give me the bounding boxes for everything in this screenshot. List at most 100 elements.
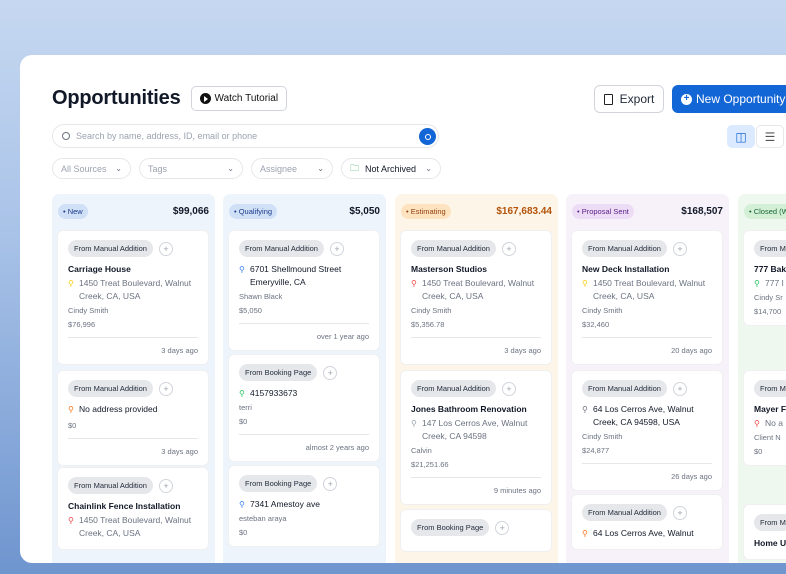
opportunity-card[interactable]: From Manual Addition + Jones Bathroom Re… xyxy=(400,370,552,505)
opportunity-card[interactable]: From Manual Addition + New Deck Installa… xyxy=(571,230,723,365)
column-header: • Estimating $167,683.44 xyxy=(395,194,558,219)
archive-filter-label: Not Archived xyxy=(365,163,417,174)
add-tag-button[interactable]: + xyxy=(495,520,510,535)
address-text: 1450 Treat Boulevard, Walnut Creek, CA, … xyxy=(79,278,192,301)
list-view-button[interactable]: ☰ xyxy=(756,125,784,148)
card-title: New Deck Installation xyxy=(582,264,670,274)
export-label: Export xyxy=(619,92,655,106)
assignee-filter-label: Assignee xyxy=(260,163,298,174)
opportunity-card[interactable]: From Manual Addition + ⚲ 64 Los Cerros A… xyxy=(571,370,723,491)
card-timestamp: 20 days ago xyxy=(671,346,712,355)
card-top: From Booking Page + xyxy=(239,475,369,492)
add-tag-button[interactable]: + xyxy=(158,478,173,493)
add-tag-button[interactable]: + xyxy=(501,241,516,256)
play-icon xyxy=(199,93,211,104)
opportunity-card[interactable]: From M + 777 Bak ⚲ 777 I Fran Cindy Sr $1… xyxy=(743,230,786,326)
search-icon xyxy=(62,132,70,140)
address-text: No a xyxy=(765,418,783,428)
card-value: $21,251.66 xyxy=(411,460,449,469)
source-badge: From Booking Page xyxy=(411,519,490,536)
archive-filter[interactable]: 🗀 Not Archived ⌄ xyxy=(341,158,441,179)
watch-tutorial-button[interactable]: Watch Tutorial xyxy=(190,86,288,111)
card-timestamp: 3 days ago xyxy=(504,346,541,355)
card-top: From M + xyxy=(754,240,786,257)
pipeline-column: • New $99,066 From Manual Addition + Carr… xyxy=(52,194,215,563)
list-view-icon: ☰ xyxy=(764,129,776,144)
opportunity-card[interactable]: From Manual Addition + ⚲ 6701 Shellmound… xyxy=(228,230,380,351)
view-toggle: ◫ ☰ xyxy=(727,125,784,148)
source-badge: From Booking Page xyxy=(239,475,318,492)
opportunity-card[interactable]: From Booking Page + xyxy=(400,509,552,552)
address-text: 1450 Treat Boulevard, Walnut Creek, CA, … xyxy=(593,278,706,301)
column-total: $168,507 xyxy=(681,205,723,217)
card-top: From Manual Addition + xyxy=(239,240,369,257)
card-value: $0 xyxy=(239,417,248,426)
column-header: • New $99,066 xyxy=(52,194,215,219)
card-top: From Booking Page + xyxy=(411,519,541,536)
card-title: 777 Bak xyxy=(754,264,786,274)
opportunity-card[interactable]: From Booking Page + ⚲ 7341 Amestoy ave e… xyxy=(228,465,380,547)
card-divider xyxy=(239,434,369,435)
tags-filter[interactable]: Tags ⌄ xyxy=(139,158,243,179)
card-timestamp: 3 days ago xyxy=(161,346,198,355)
card-value: $76,996 xyxy=(68,320,96,329)
search-submit-button[interactable] xyxy=(419,128,436,145)
card-value: $0 xyxy=(239,528,248,537)
pipeline-column: • Qualifying $5,050 From Manual Addition … xyxy=(223,194,386,563)
search-input[interactable]: Search by name, address, ID, email or ph… xyxy=(52,124,439,148)
card-top: From Manual Addition + xyxy=(582,380,712,397)
export-button[interactable]: Export xyxy=(594,85,664,113)
opportunity-card[interactable]: From Manual Addition + ⚲ 64 Los Cerros A… xyxy=(571,494,723,550)
add-tag-button[interactable]: + xyxy=(323,476,338,491)
source-badge: From Manual Addition xyxy=(239,240,324,257)
card-top: From Booking Page + xyxy=(239,364,369,381)
new-opportunity-button[interactable]: + New Opportunity xyxy=(672,85,786,113)
card-divider xyxy=(68,438,198,439)
card-title: Carriage House xyxy=(68,264,131,274)
sources-filter[interactable]: All Sources ⌄ xyxy=(52,158,131,179)
add-tag-button[interactable]: + xyxy=(323,365,338,380)
add-tag-button[interactable]: + xyxy=(158,241,173,256)
card-top: From Manual Addition + xyxy=(68,477,198,494)
card-address: ⚲ 4157933673 xyxy=(239,387,369,400)
add-tag-button[interactable]: + xyxy=(672,505,687,520)
card-title: Jones Bathroom Renovation xyxy=(411,404,527,414)
add-tag-button[interactable]: + xyxy=(158,381,173,396)
card-top: From Manual Addition + xyxy=(68,380,198,397)
card-contact: terri xyxy=(239,403,252,412)
card-timestamp: over 1 year ago xyxy=(316,332,369,341)
source-badge: From Booking Page xyxy=(239,364,318,381)
opportunity-card[interactable]: From Manual Addition + Masterson Studios… xyxy=(400,230,552,365)
card-title: Mayer F xyxy=(754,404,786,414)
opportunity-card[interactable]: From M + Mayer F ⚲ No a Client N $0 xyxy=(743,370,786,466)
card-value: $5,050 xyxy=(239,306,262,315)
card-top: From Manual Addition + xyxy=(411,240,541,257)
address-text: 64 Los Cerros Ave, Walnut xyxy=(593,528,694,538)
address-text: 1450 Treat Boulevard, Walnut Creek, CA, … xyxy=(422,278,535,301)
add-tag-button[interactable]: + xyxy=(501,381,516,396)
location-pin-icon: ⚲ xyxy=(68,516,74,525)
card-value: $14,700 xyxy=(754,307,782,316)
watch-tutorial-label: Watch Tutorial xyxy=(214,93,279,104)
opportunities-panel: Opportunities Watch Tutorial Export + Ne… xyxy=(20,55,786,563)
add-tag-button[interactable]: + xyxy=(672,241,687,256)
add-tag-button[interactable]: + xyxy=(329,241,344,256)
status-label: New xyxy=(67,206,83,216)
opportunity-card[interactable]: From Booking Page + ⚲ 4157933673 terri $0… xyxy=(228,354,380,462)
status-label: Estimating xyxy=(410,206,446,216)
status-badge: • Closed (W xyxy=(744,203,786,219)
card-value: $32,460 xyxy=(582,320,610,329)
add-tag-button[interactable]: + xyxy=(672,381,687,396)
opportunity-card[interactable]: From Manual Addition + Carriage House ⚲ … xyxy=(57,230,209,365)
board-view-button[interactable]: ◫ xyxy=(727,125,755,148)
card-title: Chainlink Fence Installation xyxy=(68,501,181,511)
chevron-down-icon: ⌄ xyxy=(115,164,122,173)
opportunity-card[interactable]: From Manual Addition + ⚲ No address prov… xyxy=(57,370,209,466)
filter-bar: All Sources ⌄ Tags ⌄ Assignee ⌄ 🗀 Not Archiv… xyxy=(52,158,449,179)
source-badge: From Manual Addition xyxy=(68,380,153,397)
assignee-filter[interactable]: Assignee ⌄ xyxy=(251,158,333,179)
card-top: From M + xyxy=(754,514,786,531)
opportunity-card[interactable]: From M + Home U xyxy=(743,504,786,560)
opportunity-card[interactable]: From Manual Addition + Chainlink Fence I… xyxy=(57,467,209,550)
location-pin-icon: ⚲ xyxy=(411,279,417,288)
